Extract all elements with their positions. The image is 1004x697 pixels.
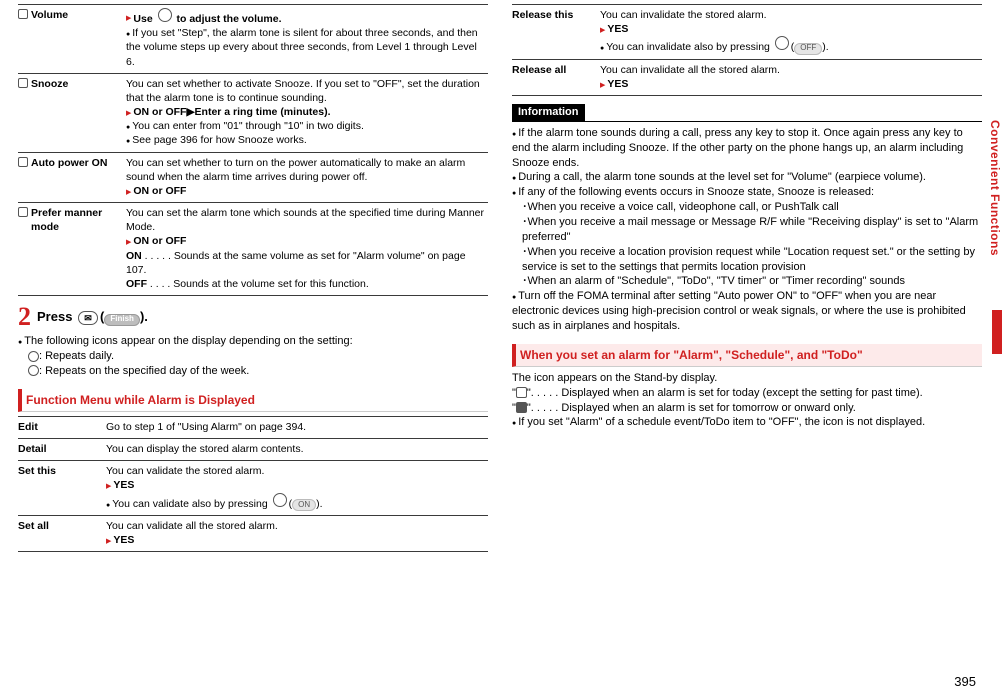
detail-text: You can display the stored alarm content…	[106, 442, 488, 456]
label-release-this: Release this	[512, 8, 600, 55]
manner-on: ON . . . . . Sounds at the same volume a…	[126, 249, 488, 277]
when-note: If you set "Alarm" of a schedule event/T…	[518, 416, 925, 428]
function-menu-heading: Function Menu while Alarm is Displayed	[18, 389, 488, 412]
step-2-text: Press ✉(Finish).	[37, 308, 148, 326]
step2-note: The following icons appear on the displa…	[24, 335, 352, 347]
relthis-1: You can invalidate the stored alarm.	[600, 8, 982, 22]
relall-2: YES	[607, 78, 628, 90]
snooze-text2: ON or OFF▶Enter a ring time (minutes).	[133, 106, 330, 118]
volume-line1: Use to adjust the volume.	[133, 8, 281, 26]
info-sub-3: When you receive a location provision re…	[522, 246, 975, 273]
label-detail: Detail	[18, 442, 106, 456]
alarm-today-icon	[516, 387, 527, 398]
relthis-2: YES	[607, 23, 628, 35]
when-line-1: The icon appears on the Stand-by display…	[512, 371, 982, 386]
step-number-2: 2	[18, 304, 31, 330]
info-tail: Turn off the FOMA terminal after setting…	[512, 290, 966, 332]
info-sub-2: When you receive a mail message or Messa…	[522, 216, 978, 243]
volume-icon	[18, 9, 28, 19]
setthis-text2: YES	[113, 479, 134, 491]
w-icon	[28, 365, 39, 376]
page-number: 395	[954, 673, 976, 691]
snooze-icon	[18, 78, 28, 88]
info-sub-1: When you receive a voice call, videophon…	[528, 201, 839, 213]
snooze-text4: See page 396 for how Snooze works.	[132, 134, 307, 146]
d-icon	[28, 351, 39, 362]
off-softkey: OFF	[794, 43, 822, 55]
settings-table: Volume Use to adjust the volume. If you …	[18, 4, 488, 296]
setthis-text3: You can validate also by pressing (ON).	[106, 493, 488, 511]
label-set-all: Set all	[18, 519, 106, 547]
side-tab-label: Convenient Functions	[987, 120, 1003, 256]
page: Volume Use to adjust the volume. If you …	[0, 0, 1004, 697]
center-key-icon	[273, 493, 287, 507]
step2-iconD: : Repeats daily.	[39, 350, 114, 362]
label-autopower: Auto power ON	[31, 156, 107, 170]
setthis-text1: You can validate the stored alarm.	[106, 464, 488, 478]
volume-line2: If you set "Step", the alarm tone is sil…	[126, 27, 478, 67]
information-heading: Information	[512, 104, 585, 122]
finish-softkey: Finish	[104, 314, 140, 326]
snooze-text1: You can set whether to activate Snooze. …	[126, 77, 488, 105]
info-2: During a call, the alarm tone sounds at …	[518, 171, 926, 183]
when-heading: When you set an alarm for "Alarm", "Sche…	[512, 344, 982, 367]
center-key-icon-2	[775, 36, 789, 50]
manner-text2: ON or OFF	[133, 235, 186, 247]
on-softkey: ON	[292, 499, 316, 511]
autopower-icon	[18, 157, 28, 167]
step-2: 2 Press ✉(Finish).	[18, 304, 488, 330]
side-tab-marker	[992, 310, 1002, 354]
left-column: Volume Use to adjust the volume. If you …	[18, 4, 488, 552]
info-sub-4: When an alarm of "Schedule", "ToDo", "TV…	[528, 275, 905, 287]
relall-1: You can invalidate all the stored alarm.	[600, 63, 982, 77]
edit-text: Go to step 1 of "Using Alarm" on page 39…	[106, 420, 488, 434]
label-snooze: Snooze	[31, 77, 68, 91]
label-manner: Prefer manner mode	[31, 206, 126, 234]
manner-text1: You can set the alarm tone which sounds …	[126, 206, 488, 234]
autopower-text2: ON or OFF	[133, 185, 186, 197]
info-1: If the alarm tone sounds during a call, …	[512, 127, 963, 169]
label-edit: Edit	[18, 420, 106, 434]
setall-text2: YES	[113, 534, 134, 546]
step2-iconW: : Repeats on the specified day of the we…	[39, 365, 249, 377]
label-set-this: Set this	[18, 464, 106, 511]
info-3: If any of the following events occurs in…	[518, 186, 874, 198]
when-line-2: "". . . . . Displayed when an alarm is s…	[512, 386, 982, 401]
manner-icon	[18, 207, 28, 217]
row-volume-label: Volume	[18, 8, 126, 69]
label-release-all: Release all	[512, 63, 600, 91]
setall-text1: You can validate all the stored alarm.	[106, 519, 488, 533]
autopower-text1: You can set whether to turn on the power…	[126, 156, 488, 184]
alarm-tomorrow-icon	[516, 402, 527, 413]
manner-off: OFF . . . . Sounds at the volume set for…	[126, 277, 488, 291]
mail-key-icon: ✉	[78, 311, 98, 325]
right-column: Release this You can invalidate the stor…	[512, 4, 982, 552]
relthis-3: You can invalidate also by pressing (OFF…	[600, 36, 982, 54]
nav-key-icon	[158, 8, 172, 22]
snooze-text3: You can enter from "01" through "10" in …	[132, 120, 364, 132]
label-volume: Volume	[31, 8, 68, 22]
when-line-3: "". . . . . Displayed when an alarm is s…	[512, 401, 982, 416]
